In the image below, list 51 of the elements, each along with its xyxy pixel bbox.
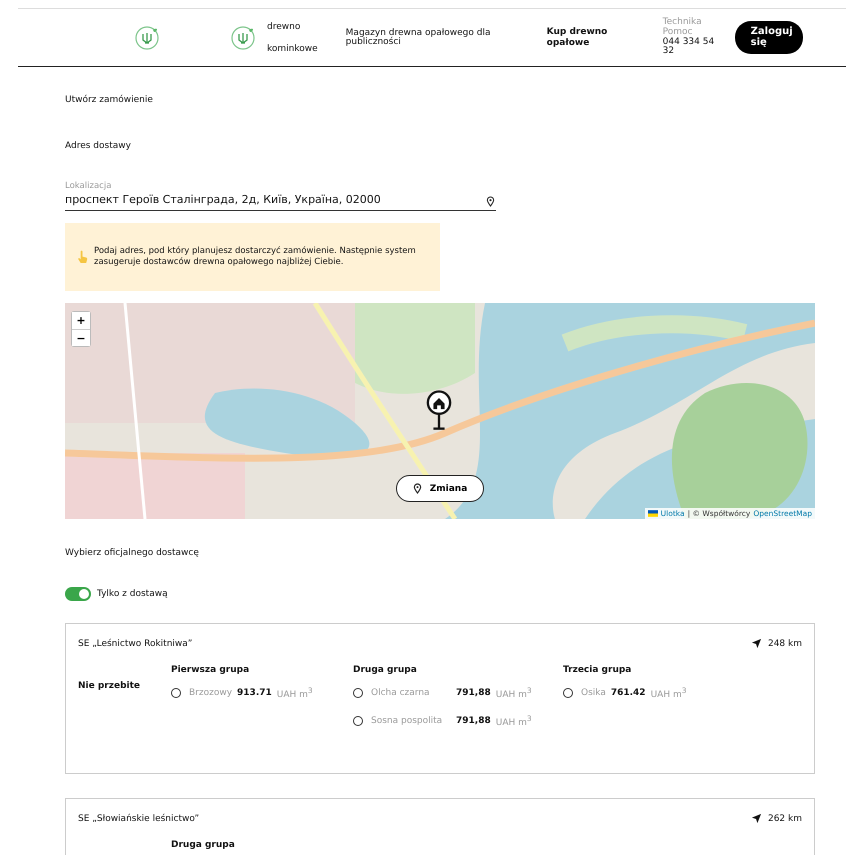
wood-name: Osika	[581, 688, 606, 698]
pointing-hand-icon	[77, 250, 88, 264]
login-button[interactable]: Zaloguj się	[734, 21, 803, 54]
zoom-out-button[interactable]: −	[72, 329, 90, 346]
phone-number: 044 334 54 32	[662, 38, 716, 58]
price-unit: UAH m$^{3}$	[496, 714, 532, 728]
status-label: Nie przebite	[78, 681, 140, 691]
group-title: Druga grupa	[353, 665, 418, 675]
price: 791,88	[456, 688, 491, 698]
group-title: Pierwsza grupa	[171, 665, 250, 675]
price-unit: UAH m$^{3}$	[276, 686, 313, 700]
radio-button[interactable]	[353, 716, 363, 726]
flag-icon	[648, 510, 658, 517]
brand-name: drewno	[267, 22, 302, 32]
radio-button[interactable]	[171, 688, 181, 698]
trident-leaf-logo-icon[interactable]	[134, 24, 160, 50]
group-title: Druga grupa	[171, 840, 236, 850]
wood-name: Olcha czarna	[371, 688, 431, 698]
tagline: Magazyn drewna opałowego dla publiczności	[346, 28, 492, 46]
price-unit: UAH m$^{3}$	[496, 686, 532, 700]
navigation-arrow-icon	[750, 638, 762, 649]
price-unit: UAH m$^{3}$	[650, 686, 686, 700]
distance: 262 km	[768, 814, 802, 824]
supplier-name: SE „Słowiańskie leśnictwo”	[78, 814, 200, 824]
change-location-button[interactable]: Zmiana	[396, 475, 484, 502]
trident-leaf-logo-icon[interactable]	[230, 24, 256, 50]
radio-button[interactable]	[353, 688, 363, 698]
navigation-arrow-icon	[750, 813, 762, 824]
nav-link[interactable]: Kup drewno opałowe	[546, 27, 617, 48]
radio-button[interactable]	[563, 688, 573, 698]
wood-name: Brzozowy	[189, 688, 232, 698]
wood-name: Sosna pospolita	[371, 716, 444, 726]
supplier-name: SE „Leśnictwo Rokitniwa”	[78, 638, 192, 648]
delivery-toggle[interactable]	[65, 587, 91, 601]
toggle-label: Tylko z dostawą	[97, 589, 168, 599]
brand-name: kominkowe	[267, 44, 318, 54]
location-pin-icon	[412, 483, 422, 494]
location-pin-icon	[486, 196, 495, 207]
price: 791,88	[456, 716, 491, 726]
support-title: Technika	[662, 18, 703, 28]
price: 761.42	[610, 688, 646, 698]
hint-text: Podaj adres, pod który planujesz dostarczyć zamówienie. Następnie system zasugeruje dostawców drewna opałowego najbliżej Ciebie.	[94, 246, 417, 268]
home-marker-icon	[426, 389, 452, 433]
supplier-heading: Wybierz oficjalnego dostawcę	[65, 548, 200, 558]
distance: 248 km	[768, 638, 802, 648]
page-title: Utwórz zamówienie	[65, 95, 154, 105]
section-title: Adres dostawy	[65, 141, 132, 151]
price: 913.71	[237, 688, 272, 698]
location-field[interactable]: Lokalizacja проспект Героїв Сталінграда, 2д, Київ, Україна, 02000	[65, 181, 496, 211]
support-subtitle: Pomoc	[662, 28, 694, 37]
group-title: Trzecia grupa	[563, 665, 632, 675]
